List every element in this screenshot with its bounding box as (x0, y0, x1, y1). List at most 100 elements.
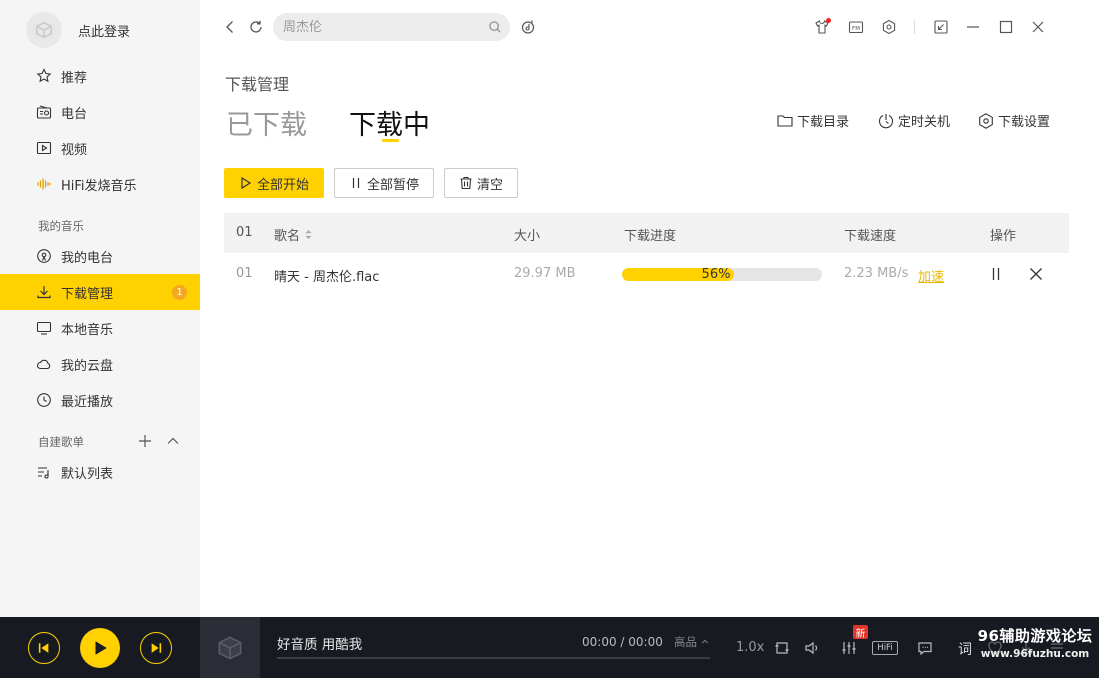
header-operations: 操作 (990, 229, 1017, 244)
next-track-button[interactable] (140, 632, 172, 664)
playback-speed[interactable]: 1.0x (736, 640, 764, 655)
header-index: 01 (236, 225, 253, 240)
sidebar-item-label: HiFi发烧音乐 (61, 178, 137, 194)
sidebar-item-default-list[interactable]: 默认列表 (0, 454, 200, 490)
maximize-icon[interactable] (997, 18, 1015, 36)
play-icon (241, 176, 252, 190)
clear-button[interactable]: 清空 (444, 168, 518, 198)
player-bar: 好音质 用酷我 00:00 / 00:00 高品 1.0x 新 HiFi 词 9… (0, 617, 1099, 678)
add-playlist-icon[interactable] (138, 434, 152, 448)
header-size: 大小 (514, 229, 541, 244)
timer-icon (879, 113, 893, 128)
box-logo-icon (35, 21, 53, 39)
my-music-section-label: 我的音乐 (38, 219, 84, 233)
row-delete-icon[interactable] (1028, 266, 1044, 282)
download-icon (35, 283, 53, 301)
tab-downloaded[interactable]: 已下载 (226, 103, 307, 142)
login-button[interactable]: 点此登录 (26, 12, 130, 48)
search-box[interactable] (273, 13, 510, 41)
start-all-label: 全部开始 (256, 177, 309, 193)
equalizer-icon[interactable] (840, 639, 858, 657)
settings-icon[interactable] (880, 18, 898, 36)
timer-shutdown-button[interactable]: 定时关机 (877, 111, 950, 130)
row-song-name: 晴天 - 周杰伦.flac (274, 270, 380, 285)
sidebar: 点此登录 推荐 电台 视频 HiFi发烧音乐 我的音乐 我的电台 下载管理 1 … (0, 0, 200, 617)
skip-back-icon (38, 643, 49, 653)
sort-icon (305, 230, 312, 239)
box-logo-icon (218, 635, 242, 660)
minimize-icon[interactable] (964, 18, 982, 36)
playback-time: 00:00 / 00:00 (582, 635, 663, 649)
comment-icon[interactable] (916, 639, 934, 657)
skip-forward-icon (151, 643, 162, 653)
playlist-section-label: 自建歌单 (38, 435, 84, 449)
trash-icon (460, 176, 472, 190)
pause-all-button[interactable]: 全部暂停 (334, 168, 434, 198)
album-cover[interactable] (200, 617, 260, 678)
clear-label: 清空 (476, 177, 503, 193)
login-text: 点此登录 (78, 24, 131, 40)
header-song-name-label: 歌名 (274, 229, 301, 244)
clock-icon (35, 391, 53, 409)
speed-up-link[interactable]: 加速 (918, 266, 944, 285)
sidebar-item-download-manager[interactable]: 下载管理 1 (0, 274, 200, 310)
top-bar: FM (200, 0, 1099, 56)
tab-downloading[interactable]: 下载中 (349, 103, 430, 142)
sidebar-item-hifi[interactable]: HiFi发烧音乐 (0, 166, 200, 202)
sidebar-item-label: 电台 (61, 106, 88, 122)
search-icon[interactable] (488, 20, 502, 34)
avatar (26, 12, 62, 48)
soundwave-icon (35, 175, 53, 193)
row-pause-icon[interactable] (988, 266, 1004, 282)
sidebar-item-label: 本地音乐 (61, 322, 114, 338)
download-folder-button[interactable]: 下载目录 (776, 111, 849, 130)
mini-mode-icon[interactable] (932, 18, 950, 36)
radio-icon (35, 103, 53, 121)
header-progress: 下载进度 (624, 229, 677, 244)
hifi-button[interactable]: HiFi (872, 641, 898, 655)
close-icon[interactable] (1029, 18, 1047, 36)
active-tab-indicator (382, 139, 399, 142)
sidebar-item-recommend[interactable]: 推荐 (0, 58, 200, 94)
new-badge: 新 (853, 625, 868, 640)
sidebar-item-recent[interactable]: 最近播放 (0, 382, 200, 418)
sidebar-item-my-radio[interactable]: 我的电台 (0, 238, 200, 274)
playlist-icon (35, 463, 53, 481)
cloud-icon (35, 355, 53, 373)
gear-icon (979, 112, 993, 129)
back-icon[interactable] (221, 18, 239, 36)
radio-station-icon (35, 247, 53, 265)
sidebar-item-label: 推荐 (61, 70, 88, 86)
sidebar-item-label: 下载管理 (61, 286, 114, 302)
sidebar-item-video[interactable]: 视频 (0, 130, 200, 166)
volume-icon[interactable] (803, 639, 821, 657)
start-all-button[interactable]: 全部开始 (224, 168, 324, 198)
refresh-icon[interactable] (247, 18, 265, 36)
search-input[interactable] (283, 19, 488, 35)
music-recognition-icon[interactable] (519, 18, 537, 36)
header-song-name[interactable]: 歌名 (274, 225, 313, 244)
toolbar-divider (914, 20, 915, 34)
loop-mode-icon[interactable] (773, 639, 791, 657)
quality-selector[interactable]: 高品 (674, 634, 709, 650)
sidebar-item-local-music[interactable]: 本地音乐 (0, 310, 200, 346)
sidebar-item-radio[interactable]: 电台 (0, 94, 200, 130)
seek-bar[interactable] (277, 657, 710, 659)
sidebar-item-label: 视频 (61, 142, 88, 158)
chevron-up-icon[interactable] (166, 434, 180, 448)
fm-radio-icon[interactable]: FM (847, 18, 865, 36)
pause-all-label: 全部暂停 (366, 177, 419, 193)
sidebar-item-label: 默认列表 (61, 466, 114, 482)
table-row[interactable]: 01 晴天 - 周杰伦.flac 29.97 MB 56% 2.23 MB/s … (224, 253, 1069, 297)
download-settings-button[interactable]: 下载设置 (977, 111, 1050, 130)
play-icon (95, 641, 107, 655)
play-button[interactable] (80, 628, 120, 668)
row-index: 01 (236, 266, 253, 281)
quality-label: 高品 (674, 635, 697, 649)
lyrics-button[interactable]: 词 (958, 639, 972, 659)
chevron-up-icon (701, 639, 709, 644)
sidebar-item-label: 最近播放 (61, 394, 114, 410)
sidebar-item-cloud-drive[interactable]: 我的云盘 (0, 346, 200, 382)
notification-dot (826, 18, 831, 23)
previous-track-button[interactable] (28, 632, 60, 664)
